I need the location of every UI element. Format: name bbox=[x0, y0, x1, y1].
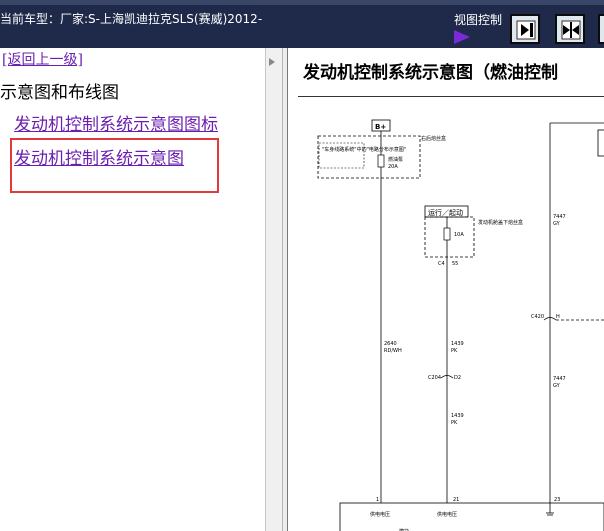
engine-fuse-box-label: 发动机舱盖下熔丝盒 bbox=[478, 219, 523, 226]
fuse-pump-symbol bbox=[377, 154, 385, 168]
forward-icon bbox=[516, 20, 536, 40]
d2-label: D2 bbox=[454, 375, 461, 381]
wire-1439a-label: 1439 bbox=[451, 341, 464, 347]
diagram-title: 发动机控制系统示意图（燃油控制 bbox=[303, 63, 558, 83]
h-label: H bbox=[556, 314, 560, 320]
sidebar-scrollbar[interactable] bbox=[265, 48, 282, 531]
back-link[interactable]: [返回上一级] bbox=[2, 49, 83, 69]
c4-label: C4 bbox=[438, 261, 445, 267]
link-diagram[interactable]: 发动机控制系统示意图 bbox=[14, 144, 184, 169]
pin55-label: 55 bbox=[452, 261, 458, 267]
bplus-label: B+ bbox=[375, 123, 386, 131]
fuse-pump-label: 燃油泵 bbox=[388, 156, 403, 163]
wire-rdwh-label: RD/WH bbox=[384, 348, 402, 354]
wire-pkb-label: PK bbox=[451, 420, 458, 426]
fuse-box-right-label: 右后熔丝盒 bbox=[421, 135, 446, 142]
view-control-label: 视图控制 bbox=[454, 13, 503, 27]
scroll-arrow-icon[interactable] bbox=[269, 58, 275, 66]
c204-label: C204 bbox=[428, 375, 441, 381]
split-view-button[interactable] bbox=[555, 14, 585, 44]
top-bar: 当前车型：厂家:S-上海凯迪拉克SLS(赛威)2012- 视图控制 bbox=[0, 0, 604, 48]
c7447-mid-label: 7447 bbox=[553, 376, 566, 382]
play-icon[interactable] bbox=[454, 30, 470, 44]
wiring-diagram: B+ "车身线路系统"中的"电路分布示意图" 右后熔丝盒 燃油泵 20A 264… bbox=[317, 119, 604, 531]
top-strip bbox=[0, 0, 604, 5]
gy-mid-label: GY bbox=[553, 383, 561, 389]
power-a-label: 供电电压 bbox=[370, 511, 390, 518]
section-title: 示意图和布线图 bbox=[0, 83, 119, 103]
fuse-10a-symbol bbox=[443, 227, 451, 241]
gy-top-label: GY bbox=[553, 221, 561, 227]
c420-label: C420 bbox=[531, 314, 544, 320]
wrap-view-button[interactable] bbox=[598, 14, 604, 44]
pin1-label: 1 bbox=[376, 497, 379, 503]
forward-view-button[interactable] bbox=[510, 14, 540, 44]
wire-pka-label: PK bbox=[451, 348, 458, 354]
c7447-top-label: 7447 bbox=[553, 214, 566, 220]
pin21-label: 21 bbox=[453, 497, 459, 503]
run-start-label: 运行／起动 bbox=[428, 208, 463, 217]
power-b-label: 供电电压 bbox=[437, 511, 457, 518]
wire-1439b-label: 1439 bbox=[451, 413, 464, 419]
main-panel: 发动机控制系统示意图（燃油控制 B+ "车身线路系统"中的"电路分布示意图" 右… bbox=[288, 48, 604, 531]
fuse-10a-label: 10A bbox=[454, 232, 464, 238]
note-label: "车身线路系统"中的"电路分布示意图" bbox=[322, 146, 406, 153]
wire-2640-label: 2640 bbox=[384, 341, 397, 347]
title-divider bbox=[298, 96, 604, 97]
split-icon bbox=[561, 20, 581, 40]
fuse-pump-amp: 20A bbox=[388, 164, 398, 170]
pin23-label: 23 bbox=[554, 497, 560, 503]
vehicle-info: 当前车型：厂家:S-上海凯迪拉克SLS(赛威)2012- bbox=[0, 12, 263, 26]
link-diagram-icon[interactable]: 发动机控制系统示意图图标 bbox=[14, 110, 218, 135]
